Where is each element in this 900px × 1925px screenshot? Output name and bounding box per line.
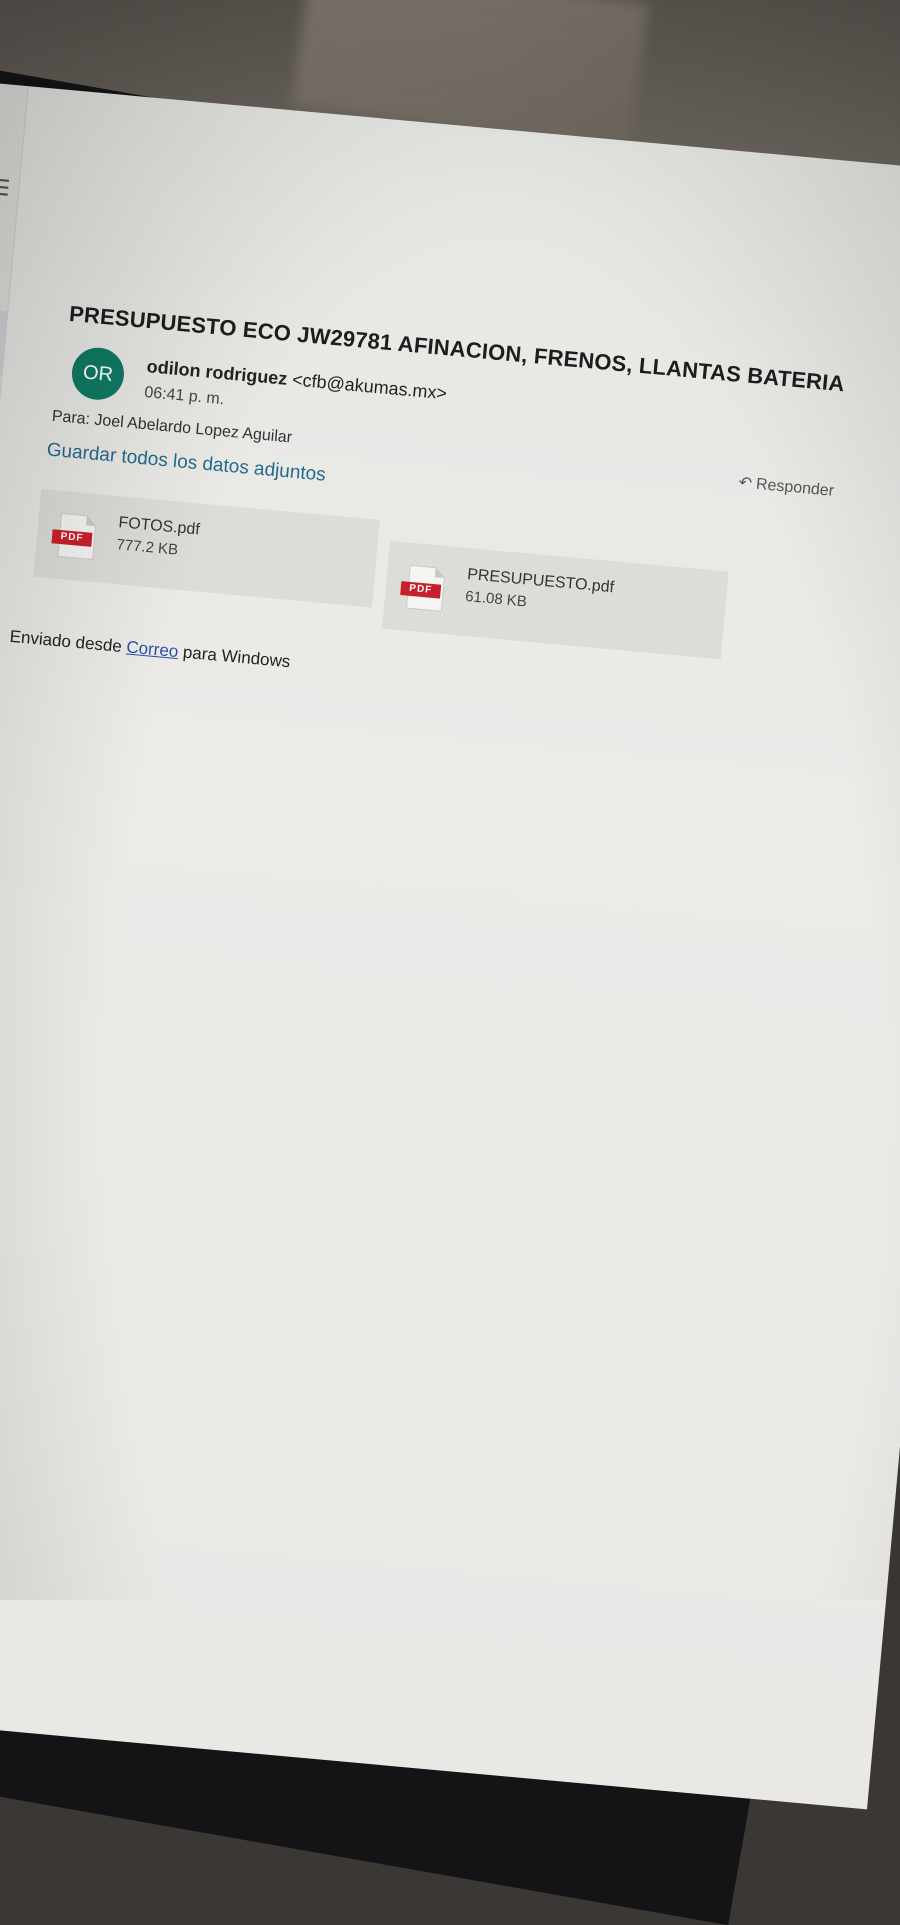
sender-address: <cfb@akumas.mx>: [291, 369, 448, 403]
pdf-icon: PDF: [57, 513, 97, 560]
email-time: 06:41 p. m.: [144, 384, 225, 409]
signature-suffix: para Windows: [182, 643, 291, 672]
attachment-size: 61.08 KB: [465, 588, 528, 611]
page-fold: [435, 567, 446, 578]
attachment-card[interactable]: PDF FOTOS.pdf 777.2 KB: [33, 489, 380, 607]
reply-button[interactable]: ↶Responder: [738, 472, 835, 501]
pdf-icon: PDF: [406, 565, 446, 612]
nav-divider: [0, 379, 1, 386]
pdf-badge: PDF: [400, 581, 441, 599]
pdf-badge: PDF: [51, 529, 92, 547]
mail-window: ☰ ✓ PRESUPUESTO ECO JW29781 AFINACION, F…: [0, 80, 900, 1809]
page-fold: [86, 515, 97, 526]
attachment-name: FOTOS.pdf: [118, 514, 201, 539]
attachment-size: 777.2 KB: [116, 536, 179, 559]
avatar[interactable]: OR: [70, 345, 126, 401]
nav-selected-item[interactable]: [0, 305, 7, 377]
sender-name: odilon rodriguez: [146, 356, 288, 389]
checkmark-icon[interactable]: ✓: [0, 239, 4, 266]
recipient-line: Para: Joel Abelardo Lopez Aguilar: [51, 408, 293, 448]
menu-icon[interactable]: ☰: [0, 175, 11, 202]
reply-label: Responder: [755, 476, 834, 500]
reply-icon: ↶: [738, 472, 753, 492]
email-subject: PRESUPUESTO ECO JW29781 AFINACION, FRENO…: [68, 301, 846, 397]
email-signature: Enviado desde Correo para Windows: [9, 627, 291, 672]
left-nav-strip: ☰ ✓: [0, 80, 29, 1720]
correo-link[interactable]: Correo: [126, 637, 179, 661]
attachment-card[interactable]: PDF PRESUPUESTO.pdf 61.08 KB: [382, 541, 729, 659]
signature-prefix: Enviado desde: [9, 627, 123, 656]
